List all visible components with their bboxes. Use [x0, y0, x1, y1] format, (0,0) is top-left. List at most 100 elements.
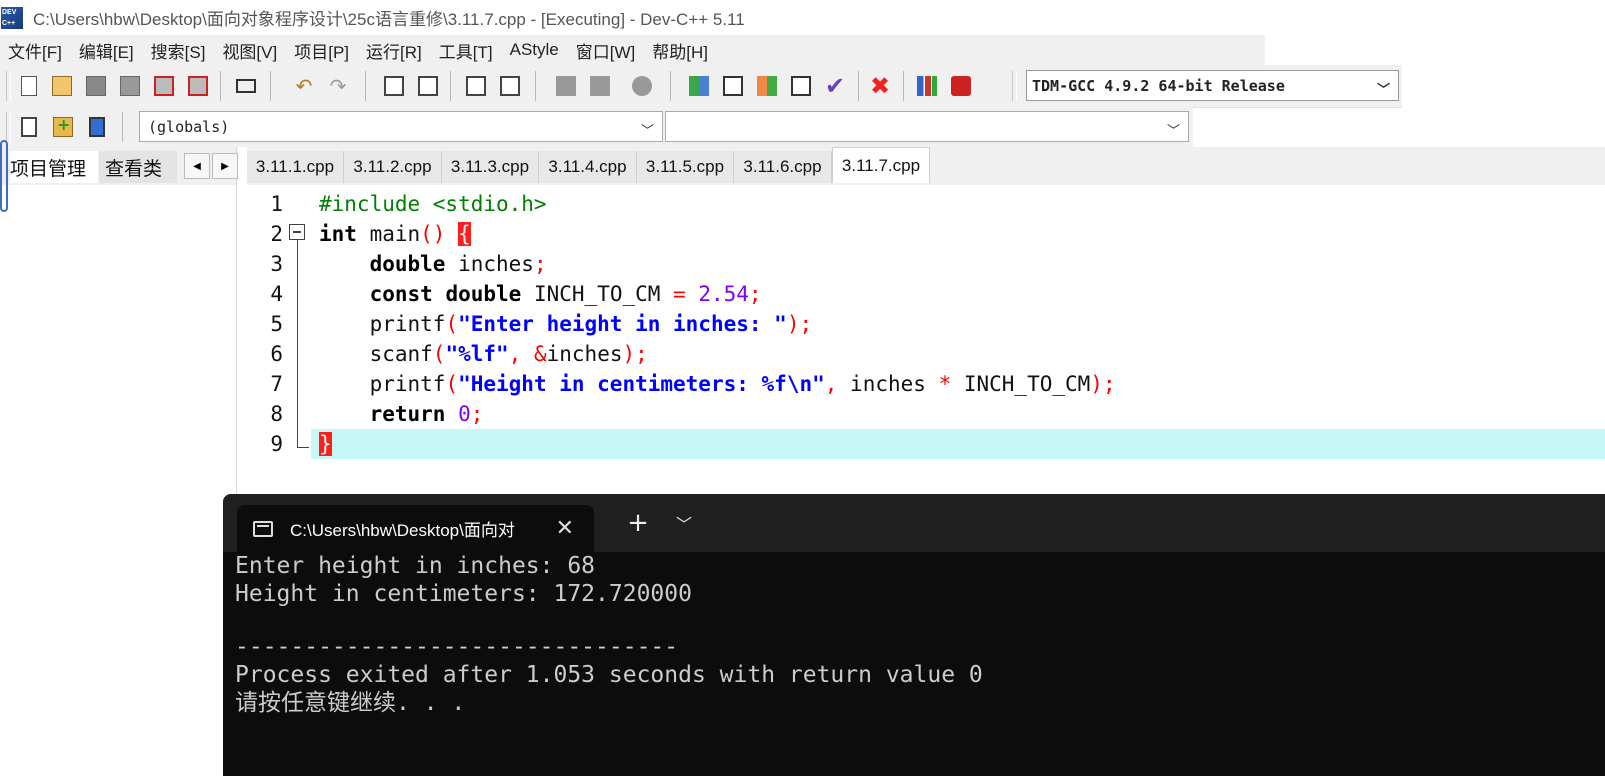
comment-button[interactable] [628, 72, 656, 100]
file-tab[interactable]: 3.11.2.cpp [344, 151, 442, 183]
file-tab[interactable]: 3.11.4.cpp [539, 151, 637, 183]
menu-file[interactable]: 文件[F] [0, 38, 71, 63]
replace-button[interactable] [414, 72, 442, 100]
close-file-icon [154, 76, 174, 96]
menu-run[interactable]: 运行[R] [358, 38, 431, 63]
menu-window[interactable]: 窗口[W] [568, 38, 645, 63]
code-token: "%lf" [445, 342, 509, 366]
code-token: INCH_TO_CM [521, 282, 674, 306]
replace-icon [418, 76, 438, 96]
run-button[interactable] [719, 72, 747, 100]
file-tab[interactable]: 3.11.1.cpp [247, 151, 344, 183]
globals-select-value: (globals) [148, 117, 230, 136]
code-token: ; [470, 402, 484, 426]
toggle-bookmark-button[interactable] [496, 72, 524, 100]
line-number: 3 [270, 252, 283, 276]
stop-icon: ✖ [869, 72, 891, 100]
find-button[interactable] [380, 72, 408, 100]
fold-guide-line [297, 240, 298, 447]
toolbar-separator [535, 71, 536, 101]
line-number: 4 [270, 282, 283, 306]
code-token: & [533, 342, 547, 366]
menu-help[interactable]: 帮助[H] [644, 38, 717, 63]
tab-dropdown-button[interactable]: ﹀ [666, 505, 702, 541]
menu-tools[interactable]: 工具[T] [431, 38, 502, 63]
function-select[interactable]: ﹀ [665, 111, 1189, 142]
file-tab[interactable]: 3.11.6.cpp [734, 151, 832, 183]
save-button[interactable] [82, 72, 110, 100]
fold-end-marker [297, 447, 309, 448]
close-all-icon [188, 76, 208, 96]
file-tab[interactable]: 3.11.3.cpp [442, 151, 539, 183]
compile-button[interactable] [685, 72, 713, 100]
class-toolbar: + (globals) ﹀ ﹀ [0, 107, 1193, 147]
file-tab-active[interactable]: 3.11.7.cpp [832, 147, 930, 183]
terminal-tab[interactable]: C:\Users\hbw\Desktop\面向对 ✕ [237, 505, 594, 552]
undo-button[interactable]: ↶ [290, 72, 318, 100]
terminal-output-line: -------------------------------- [235, 634, 679, 660]
plus-icon: + [627, 508, 649, 538]
file-tab[interactable]: 3.11.5.cpp [637, 151, 734, 183]
menu-astyle[interactable]: AStyle [502, 40, 568, 60]
tab-class-browser[interactable]: 查看类 [99, 151, 177, 183]
delete-profile-button[interactable] [947, 72, 975, 100]
menu-project[interactable]: 项目[P] [286, 38, 358, 63]
toolbar-separator [858, 71, 859, 101]
rebuild-all-button[interactable] [787, 72, 815, 100]
menu-edit[interactable]: 编辑[E] [71, 38, 143, 63]
code-token: scanf [319, 342, 433, 366]
open-file-button[interactable] [48, 72, 76, 100]
indent-button[interactable] [552, 72, 580, 100]
new-file-button[interactable] [15, 72, 43, 100]
profile-button[interactable] [913, 72, 941, 100]
scroll-left-button[interactable]: ◀ [184, 153, 210, 179]
close-all-button[interactable] [184, 72, 212, 100]
code-line: printf("Enter height in inches: "); [311, 309, 1605, 339]
menu-search[interactable]: 搜索[S] [143, 38, 215, 63]
compile-run-button[interactable] [753, 72, 781, 100]
redo-button[interactable]: ↷ [324, 72, 352, 100]
tab-project-manager[interactable]: 项目管理 [10, 151, 98, 183]
unindent-button[interactable] [586, 72, 614, 100]
compiler-select[interactable]: TDM-GCC 4.9.2 64-bit Release ﹀ [1026, 70, 1399, 101]
console-window[interactable]: C:\Users\hbw\Desktop\面向对 ✕ + ﹀ Enter hei… [223, 494, 1605, 776]
new-file-icon [21, 76, 37, 96]
project-icon [21, 117, 37, 137]
delete-profile-icon [951, 76, 971, 96]
add-to-project-button[interactable]: + [49, 113, 77, 141]
code-token: printf [319, 372, 446, 396]
code-token: 2.54 [698, 282, 749, 306]
rebuild-icon [791, 76, 811, 96]
chevron-down-icon: ﹀ [675, 515, 692, 534]
stop-execution-button[interactable]: ✖ [866, 72, 894, 100]
scroll-right-button[interactable]: ▶ [212, 153, 238, 179]
close-icon[interactable]: ✕ [556, 515, 574, 541]
menu-view[interactable]: 视图[V] [214, 38, 286, 63]
new-project-button[interactable] [15, 113, 43, 141]
fold-collapse-icon[interactable] [289, 224, 305, 240]
panel-splitter-handle[interactable] [0, 140, 8, 212]
code-token: } [319, 432, 332, 456]
project-options-button[interactable] [83, 113, 111, 141]
menu-bar: 文件[F] 编辑[E] 搜索[S] 视图[V] 项目[P] 运行[R] 工具[T… [0, 35, 1265, 65]
close-file-button[interactable] [150, 72, 178, 100]
new-tab-button[interactable]: + [617, 505, 659, 541]
printer-icon [236, 79, 256, 93]
save-all-button[interactable] [116, 72, 144, 100]
toolbar-grip [6, 112, 11, 142]
redo-icon: ↷ [329, 74, 347, 98]
code-line: #include <stdio.h> [311, 189, 1605, 219]
code-token: { [458, 222, 471, 246]
code-token: , [508, 342, 534, 366]
globals-select[interactable]: (globals) ﹀ [139, 111, 663, 142]
goto-line-button[interactable] [462, 72, 490, 100]
code-token: ; [533, 252, 547, 276]
print-button[interactable] [232, 72, 260, 100]
toolbar-separator [670, 71, 671, 101]
file-tab-bar: 3.11.1.cpp 3.11.2.cpp 3.11.3.cpp 3.11.4.… [247, 147, 1605, 185]
toolbar-grip [1012, 71, 1017, 101]
code-token: return [369, 402, 446, 426]
syntax-check-button[interactable]: ✔ [821, 72, 849, 100]
